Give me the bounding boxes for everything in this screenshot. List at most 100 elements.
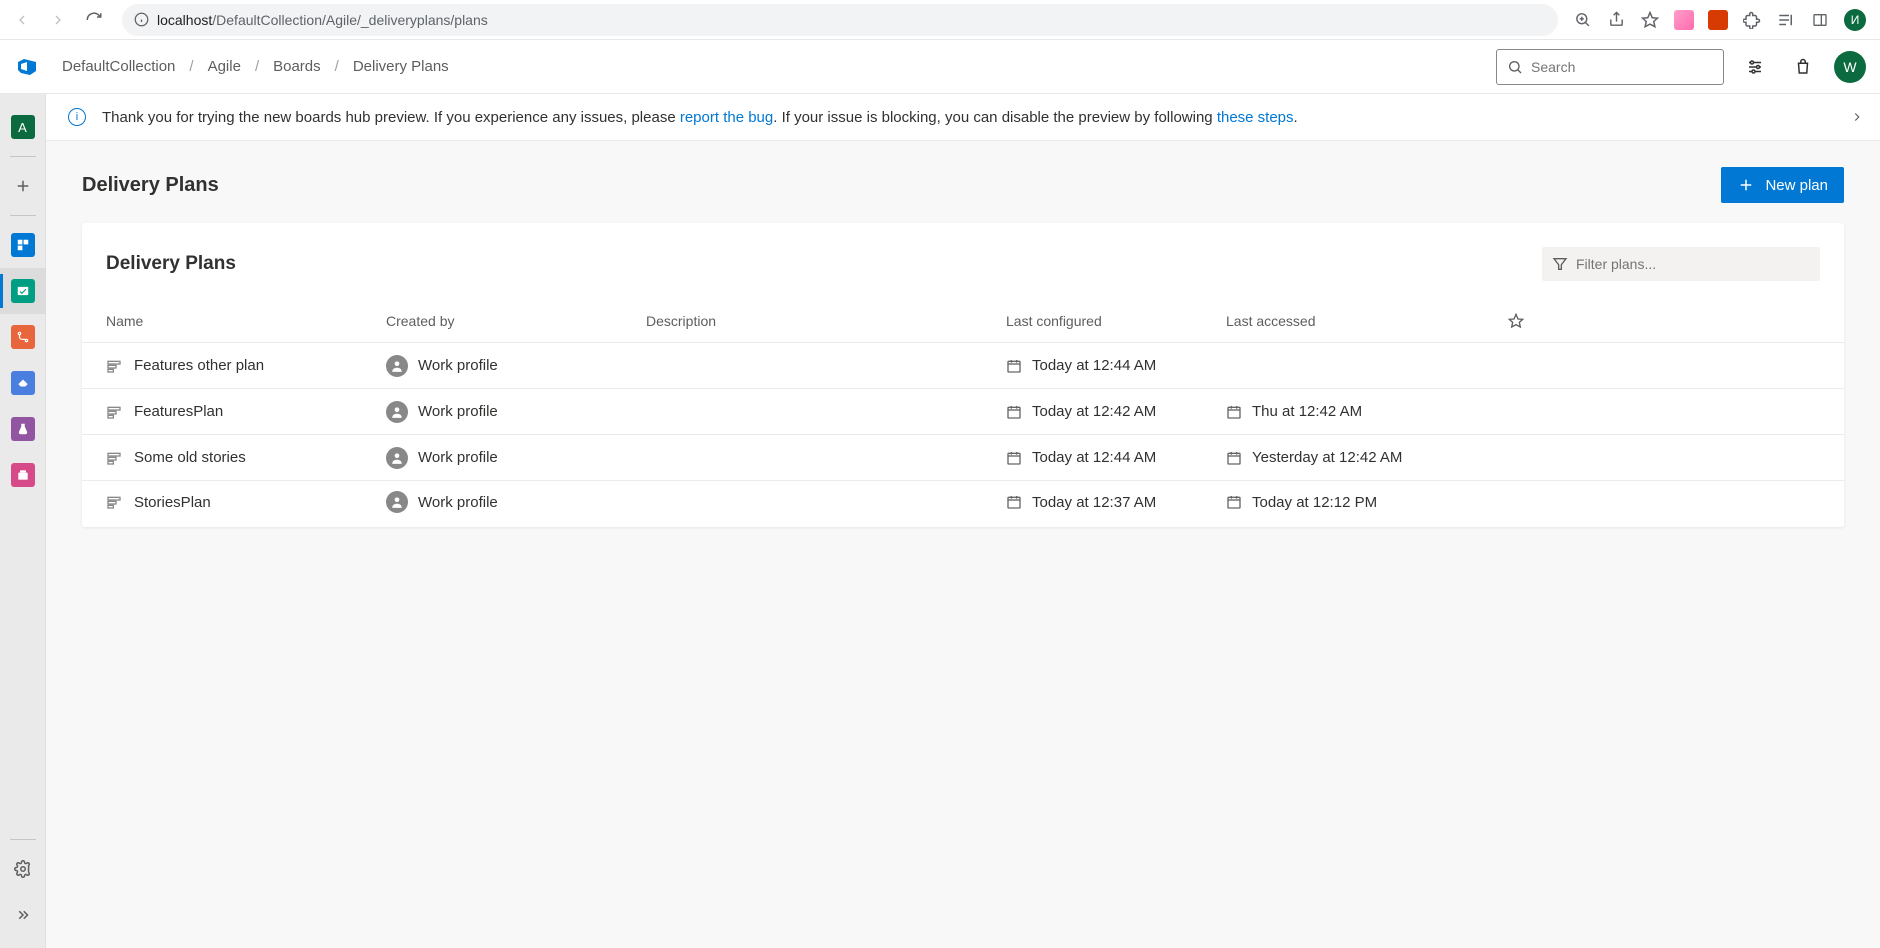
user-avatar[interactable]: W: [1834, 51, 1866, 83]
back-button[interactable]: [8, 6, 36, 34]
browser-toolbar: localhost/DefaultCollection/Agile/_deliv…: [0, 0, 1880, 40]
calendar-icon: [1226, 494, 1242, 510]
breadcrumb-area[interactable]: Boards: [273, 58, 321, 75]
card-title: Delivery Plans: [106, 253, 236, 275]
col-favorite[interactable]: [1486, 313, 1546, 329]
sidenav-overview[interactable]: [0, 222, 46, 268]
main-content: i Thank you for trying the new boards hu…: [46, 94, 1880, 948]
url-path: /DefaultCollection/Agile/_deliveryplans/…: [212, 12, 488, 28]
page-title: Delivery Plans: [82, 174, 219, 197]
breadcrumb-project[interactable]: Agile: [208, 58, 241, 75]
reading-list-icon[interactable]: [1776, 10, 1796, 30]
preview-info-banner: i Thank you for trying the new boards hu…: [46, 94, 1880, 141]
cell-last-accessed: Yesterday at 12:42 AM: [1226, 449, 1486, 466]
cell-name: FeaturesPlan: [106, 403, 386, 420]
table-row[interactable]: Features other planWork profile Today at …: [82, 343, 1844, 389]
browser-actions: И: [1572, 9, 1872, 31]
cell-created-by: Work profile: [386, 447, 646, 469]
plan-icon: [106, 450, 122, 466]
global-search[interactable]: [1496, 49, 1724, 85]
share-icon[interactable]: [1606, 10, 1626, 30]
col-description[interactable]: Description: [646, 313, 1006, 329]
chevrons-right-icon: [14, 906, 32, 924]
calendar-icon: [1006, 494, 1022, 510]
col-last-configured[interactable]: Last configured: [1006, 313, 1226, 329]
plus-icon: [1737, 176, 1755, 194]
cell-name: StoriesPlan: [106, 494, 386, 511]
search-icon: [1507, 59, 1523, 75]
panel-icon[interactable]: [1810, 10, 1830, 30]
pipelines-icon: [11, 371, 35, 395]
table-header: Name Created by Description Last configu…: [82, 299, 1844, 343]
calendar-icon: [1006, 450, 1022, 466]
cell-last-configured: Today at 12:37 AM: [1006, 494, 1226, 511]
star-icon: [1508, 313, 1524, 329]
table-row[interactable]: FeaturesPlanWork profile Today at 12:42 A…: [82, 389, 1844, 435]
repos-icon: [11, 325, 35, 349]
app-header: DefaultCollection / Agile / Boards / Del…: [0, 40, 1880, 94]
overview-icon: [11, 233, 35, 257]
col-last-accessed[interactable]: Last accessed: [1226, 313, 1486, 329]
plans-table: Name Created by Description Last configu…: [82, 299, 1844, 527]
zoom-icon[interactable]: [1572, 10, 1592, 30]
sidenav-boards[interactable]: [0, 268, 46, 314]
cell-last-configured: Today at 12:44 AM: [1006, 357, 1226, 374]
sidenav-project[interactable]: A: [0, 104, 46, 150]
calendar-icon: [1226, 404, 1242, 420]
cell-name: Some old stories: [106, 449, 386, 466]
cell-last-configured: Today at 12:44 AM: [1006, 449, 1226, 466]
breadcrumb-page[interactable]: Delivery Plans: [353, 58, 449, 75]
sidenav-expand[interactable]: [0, 892, 46, 938]
filter-icon: [1552, 256, 1568, 272]
cell-last-configured: Today at 12:42 AM: [1006, 403, 1226, 420]
new-plan-button[interactable]: New plan: [1721, 167, 1844, 203]
filters-icon[interactable]: [1738, 50, 1772, 84]
col-created-by[interactable]: Created by: [386, 313, 646, 329]
page-title-row: Delivery Plans New plan: [46, 141, 1880, 223]
cell-created-by: Work profile: [386, 355, 646, 377]
plan-icon: [106, 358, 122, 374]
gear-icon: [14, 860, 32, 878]
azure-devops-logo-icon[interactable]: [14, 54, 40, 80]
breadcrumb: DefaultCollection / Agile / Boards / Del…: [62, 58, 449, 75]
testplans-icon: [11, 417, 35, 441]
cell-last-accessed: Today at 12:12 PM: [1226, 494, 1486, 511]
sidenav-pipelines[interactable]: [0, 360, 46, 406]
sidenav-artifacts[interactable]: [0, 452, 46, 498]
browser-profile-avatar[interactable]: И: [1844, 9, 1866, 31]
cell-created-by: Work profile: [386, 491, 646, 513]
sidenav-add[interactable]: [0, 163, 46, 209]
cell-created-by: Work profile: [386, 401, 646, 423]
filter-plans-input[interactable]: [1576, 256, 1810, 272]
shopping-bag-icon[interactable]: [1786, 50, 1820, 84]
global-search-input[interactable]: [1531, 59, 1713, 75]
plan-icon: [106, 404, 122, 420]
bookmark-star-icon[interactable]: [1640, 10, 1660, 30]
site-info-icon: [134, 12, 149, 27]
extension-2-icon[interactable]: [1708, 10, 1728, 30]
address-bar[interactable]: localhost/DefaultCollection/Agile/_deliv…: [122, 4, 1558, 36]
banner-next-icon[interactable]: [1850, 110, 1864, 124]
extension-1-icon[interactable]: [1674, 10, 1694, 30]
forward-button[interactable]: [44, 6, 72, 34]
extensions-puzzle-icon[interactable]: [1742, 10, 1762, 30]
filter-plans[interactable]: [1542, 247, 1820, 281]
col-name[interactable]: Name: [106, 313, 386, 329]
banner-link-report-bug[interactable]: report the bug: [680, 109, 773, 126]
info-icon: i: [68, 108, 86, 126]
sidenav-testplans[interactable]: [0, 406, 46, 452]
sidenav-repos[interactable]: [0, 314, 46, 360]
user-avatar-icon: [386, 401, 408, 423]
breadcrumb-collection[interactable]: DefaultCollection: [62, 58, 175, 75]
plan-icon: [106, 494, 122, 510]
table-row[interactable]: Some old storiesWork profile Today at 12:…: [82, 435, 1844, 481]
table-row[interactable]: StoriesPlanWork profile Today at 12:37 AM…: [82, 481, 1844, 527]
user-avatar-icon: [386, 355, 408, 377]
new-plan-label: New plan: [1765, 177, 1828, 194]
banner-link-steps[interactable]: these steps: [1217, 109, 1294, 126]
cell-last-accessed: Thu at 12:42 AM: [1226, 403, 1486, 420]
project-avatar-icon: A: [11, 115, 35, 139]
cell-name: Features other plan: [106, 357, 386, 374]
reload-button[interactable]: [80, 6, 108, 34]
sidenav-settings[interactable]: [0, 846, 46, 892]
